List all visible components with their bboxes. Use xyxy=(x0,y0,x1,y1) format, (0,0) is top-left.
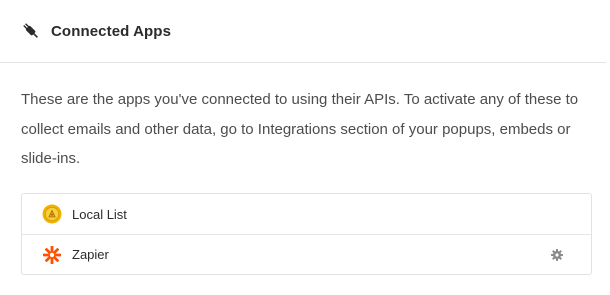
local-list-icon xyxy=(42,204,62,224)
app-name-zapier: Zapier xyxy=(72,247,109,262)
app-name-local-list: Local List xyxy=(72,206,127,222)
zapier-icon xyxy=(42,245,62,265)
connected-apps-panel: Connected Apps These are the apps you've… xyxy=(0,0,610,295)
plug-icon xyxy=(20,20,42,42)
app-row-local-list[interactable]: Local List xyxy=(22,194,591,234)
connected-apps-list: Local List Zapier xyxy=(21,193,592,275)
app-row-zapier[interactable]: Zapier xyxy=(22,234,591,274)
description-text: These are the apps you've connected to u… xyxy=(21,91,579,167)
page-title: Connected Apps xyxy=(51,22,172,40)
panel-header: Connected Apps xyxy=(0,0,606,63)
gear-icon[interactable] xyxy=(550,248,564,262)
